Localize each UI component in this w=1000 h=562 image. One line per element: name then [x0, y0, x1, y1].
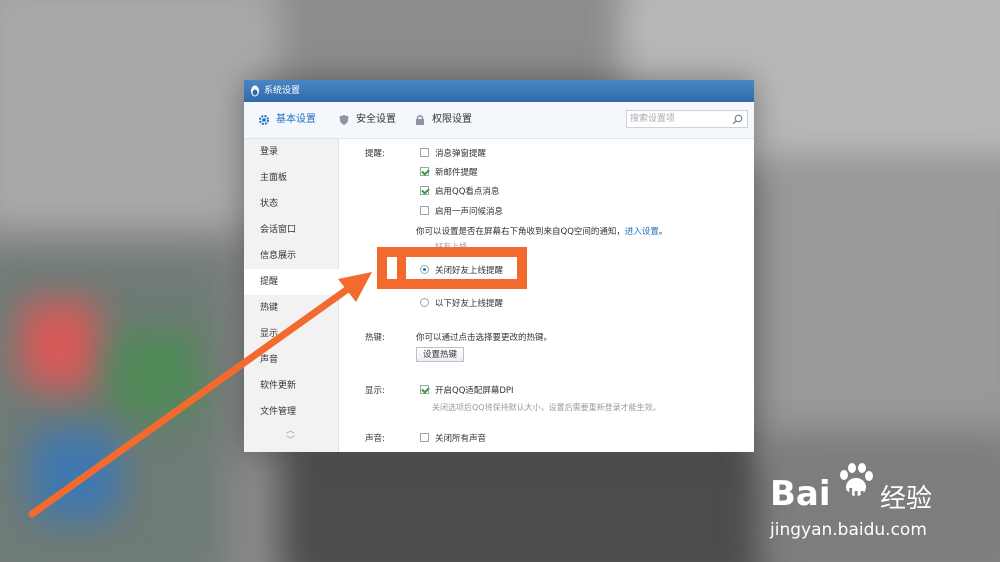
watermark-brand: Bai [770, 474, 831, 514]
watermark-url: jingyan.baidu.com [770, 520, 927, 540]
baidu-jingyan-watermark: Bai du 经验 jingyan.baidu.com [770, 452, 980, 542]
watermark-brand-suffix: du [842, 485, 865, 504]
watermark-cn: 经验 [880, 484, 933, 514]
